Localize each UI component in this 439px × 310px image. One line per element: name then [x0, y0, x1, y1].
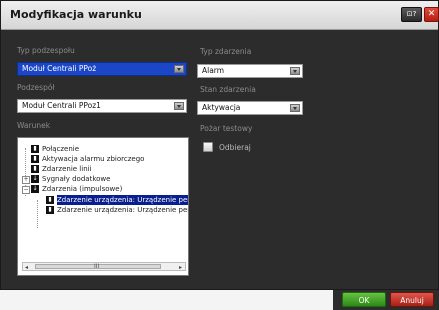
chevron-down-icon — [174, 65, 184, 73]
podzespol-label: Podzespół — [17, 83, 55, 92]
folder-icon: ↓ — [31, 175, 39, 183]
scroll-thumb[interactable]: III — [35, 263, 161, 270]
cancel-button[interactable]: Anuluj — [390, 292, 434, 307]
warunek-label: Warunek — [17, 121, 51, 130]
typ-zdarzenia-select[interactable]: Alarm — [197, 64, 303, 78]
typ-podzespolu-select[interactable]: Moduł Centrali PPoż — [17, 62, 187, 76]
podzespol-select[interactable]: Moduł Centrali PPoz1 — [17, 99, 187, 113]
close-button[interactable]: ✕ — [424, 7, 439, 22]
chevron-down-icon — [290, 67, 300, 75]
scroll-right-icon[interactable]: ▸ — [179, 264, 182, 271]
podzespol-value: Moduł Centrali PPoz1 — [22, 101, 101, 110]
close-icon: ✕ — [427, 9, 436, 19]
ok-button[interactable]: OK — [342, 292, 386, 307]
folder-icon: ↓ — [31, 185, 39, 193]
odbieraj-checkbox[interactable] — [203, 142, 213, 152]
chevron-down-icon — [174, 102, 184, 110]
typ-zdarzenia-value: Alarm — [202, 66, 225, 75]
event-icon: ▮ — [31, 165, 39, 173]
pozar-testowy-label: Pożar testowy — [200, 124, 253, 133]
stan-zdarzenia-select[interactable]: Aktywacja — [197, 101, 303, 115]
event-icon: ▮ — [46, 196, 54, 204]
title-bar: Modyfikacja warunku ⊡? ✕ — [1, 1, 439, 30]
expand-icon[interactable]: + — [22, 176, 30, 184]
event-icon: ▮ — [31, 155, 39, 163]
horizontal-scrollbar[interactable]: ◂ III ▸ — [22, 262, 186, 271]
event-icon: ▮ — [31, 145, 39, 153]
odbieraj-label: Odbieraj — [219, 143, 251, 152]
stan-zdarzenia-label: Stan zdarzenia — [200, 85, 256, 94]
help-button[interactable]: ⊡? — [401, 7, 422, 22]
typ-podzespolu-label: Typ podzespołu — [17, 46, 75, 55]
collapse-icon[interactable]: − — [22, 186, 30, 194]
grip-icon: III — [94, 263, 100, 270]
tree-guide — [37, 200, 38, 228]
typ-podzespolu-value: Moduł Centrali PPoż — [22, 64, 97, 73]
stan-zdarzenia-value: Aktywacja — [202, 103, 241, 112]
condition-tree[interactable]: ▮ Połączenie ▮ Aktywacja alarmu zbiorcze… — [17, 137, 189, 276]
typ-zdarzenia-label: Typ zdarzenia — [200, 47, 252, 56]
footer-left — [0, 290, 333, 310]
help-icon: ⊡? — [406, 10, 417, 18]
chevron-down-icon — [290, 104, 300, 112]
dialog-title: Modyfikacja warunku — [10, 8, 142, 21]
event-icon: ▮ — [46, 206, 54, 214]
scroll-left-icon[interactable]: ◂ — [25, 264, 28, 271]
dialog-window: Modyfikacja warunku ⊡? ✕ Typ podzespołu … — [0, 0, 439, 290]
